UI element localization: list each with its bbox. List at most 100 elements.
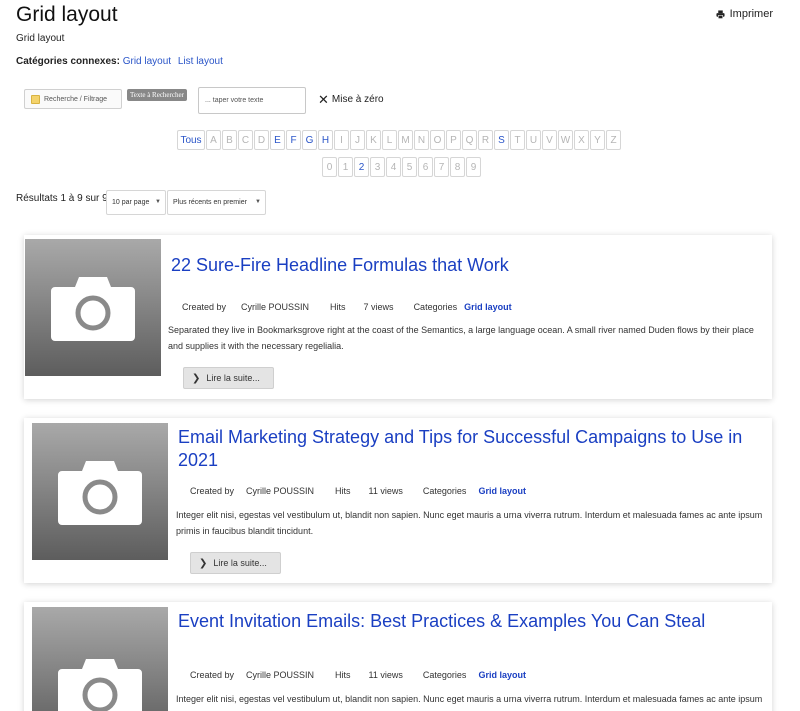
article-meta: Created by Cyrille POUSSIN Hits 11 views… (190, 670, 526, 680)
digit-filter: 0123456789 (322, 157, 481, 177)
letter-button-d[interactable]: D (254, 130, 269, 150)
letter-button-g[interactable]: G (302, 130, 317, 150)
categories-label: Categories (422, 670, 467, 680)
search-filter-button[interactable]: Recherche / Filtrage (24, 89, 122, 109)
hits-count: 11 views (368, 670, 403, 680)
letter-button-u[interactable]: U (526, 130, 541, 150)
letter-button-w[interactable]: W (558, 130, 573, 150)
letter-button-z[interactable]: Z (606, 130, 621, 150)
chevron-right-icon: ❯ (199, 557, 208, 569)
digit-button-2[interactable]: 2 (354, 157, 369, 177)
letter-button-p[interactable]: P (446, 130, 461, 150)
letter-button-v[interactable]: V (542, 130, 557, 150)
search-filter-label: Recherche / Filtrage (44, 95, 108, 103)
letter-button-y[interactable]: Y (590, 130, 605, 150)
letter-button-k[interactable]: K (366, 130, 381, 150)
chevron-right-icon: ❯ (192, 372, 201, 384)
letter-button-s[interactable]: S (494, 130, 509, 150)
read-more-button[interactable]: ❯ Lire la suite... (183, 367, 274, 389)
letter-button-a[interactable]: A (206, 130, 221, 150)
close-icon: ✕ (318, 91, 329, 107)
article-thumbnail[interactable] (32, 607, 168, 711)
camera-icon (58, 460, 142, 525)
digit-button-5[interactable]: 5 (402, 157, 417, 177)
letter-button-n[interactable]: N (414, 130, 429, 150)
letter-button-o[interactable]: O (430, 130, 445, 150)
article-title[interactable]: Email Marketing Strategy and Tips for Su… (178, 426, 758, 472)
letter-button-f[interactable]: F (286, 130, 301, 150)
letter-button-x[interactable]: X (574, 130, 589, 150)
article-card: Event Invitation Emails: Best Practices … (24, 602, 772, 711)
letter-button-b[interactable]: B (222, 130, 237, 150)
letter-button-h[interactable]: H (318, 130, 333, 150)
letter-button-q[interactable]: Q (462, 130, 477, 150)
letter-button-m[interactable]: M (398, 130, 413, 150)
digit-button-9[interactable]: 9 (466, 157, 481, 177)
hits-label: Hits (330, 302, 346, 312)
reset-button[interactable]: ✕ Mise à zéro (318, 91, 384, 107)
article-title[interactable]: Event Invitation Emails: Best Practices … (178, 610, 758, 633)
related-link-list-layout[interactable]: List layout (178, 56, 223, 67)
article-card: 22 Sure-Fire Headline Formulas that Work… (24, 235, 772, 399)
print-label: Imprimer (729, 8, 773, 20)
categories-label: Categories (422, 486, 467, 496)
digit-button-0[interactable]: 0 (322, 157, 337, 177)
page-subtitle: Grid layout (16, 33, 65, 44)
alphabet-filter: Tous ABCDEFGHIJKLMNOPQRSTUVWXYZ (177, 130, 621, 150)
results-count: Résultats 1 à 9 sur 9 (16, 193, 108, 204)
note-icon (31, 94, 40, 104)
article-meta: Created by Cyrille POUSSIN Hits 7 views … (182, 302, 512, 312)
per-page-select[interactable]: 10 par page ▼ (106, 190, 166, 215)
print-button[interactable]: Imprimer (716, 8, 773, 20)
article-title[interactable]: 22 Sure-Fire Headline Formulas that Work (171, 254, 761, 277)
category-link[interactable]: Grid layout (478, 486, 526, 496)
camera-icon (51, 276, 135, 341)
sort-value: Plus récents en premier (173, 199, 247, 206)
digit-button-3[interactable]: 3 (370, 157, 385, 177)
author: Cyrille POUSSIN (241, 302, 310, 312)
read-more-label: Lire la suite... (206, 373, 260, 383)
search-input[interactable]: ... taper votre texte (198, 87, 306, 114)
letter-button-e[interactable]: E (270, 130, 285, 150)
author: Cyrille POUSSIN (246, 486, 315, 496)
article-thumbnail[interactable] (25, 239, 161, 376)
digit-button-6[interactable]: 6 (418, 157, 433, 177)
sort-select[interactable]: Plus récents en premier ▼ (167, 190, 266, 215)
letter-button-c[interactable]: C (238, 130, 253, 150)
categories-label: Categories (413, 302, 458, 312)
read-more-button[interactable]: ❯ Lire la suite... (190, 552, 281, 574)
created-by-label: Created by (190, 670, 235, 680)
digit-button-1[interactable]: 1 (338, 157, 353, 177)
related-categories-label: Catégories connexes: (16, 56, 120, 67)
author: Cyrille POUSSIN (246, 670, 315, 680)
related-categories: Catégories connexes: Grid layout List la… (16, 56, 227, 67)
digit-button-7[interactable]: 7 (434, 157, 449, 177)
letter-button-l[interactable]: L (382, 130, 397, 150)
category-link[interactable]: Grid layout (478, 670, 526, 680)
article-thumbnail[interactable] (32, 423, 168, 560)
article-card: Email Marketing Strategy and Tips for Su… (24, 418, 772, 583)
article-meta: Created by Cyrille POUSSIN Hits 11 views… (190, 486, 526, 496)
reset-label: Mise à zéro (331, 94, 384, 105)
chevron-down-icon: ▼ (255, 199, 261, 205)
page-title: Grid layout (16, 3, 118, 26)
hits-label: Hits (335, 670, 351, 680)
letter-button-t[interactable]: T (510, 130, 525, 150)
read-more-label: Lire la suite... (213, 558, 267, 568)
letter-button-r[interactable]: R (478, 130, 493, 150)
created-by-label: Created by (182, 302, 227, 312)
letter-button-j[interactable]: J (350, 130, 365, 150)
article-excerpt: Integer elit nisi, egestas vel vestibulu… (176, 694, 763, 711)
per-page-value: 10 par page (112, 199, 150, 206)
letter-all-button[interactable]: Tous (177, 130, 205, 150)
camera-icon (58, 659, 142, 711)
category-link[interactable]: Grid layout (464, 302, 512, 312)
created-by-label: Created by (190, 486, 235, 496)
digit-button-4[interactable]: 4 (386, 157, 401, 177)
hits-label: Hits (335, 486, 351, 496)
letter-button-i[interactable]: I (334, 130, 349, 150)
printer-icon (716, 9, 725, 19)
related-link-grid-layout[interactable]: Grid layout (123, 56, 171, 67)
article-excerpt: Integer elit nisi, egestas vel vestibulu… (176, 510, 763, 536)
digit-button-8[interactable]: 8 (450, 157, 465, 177)
